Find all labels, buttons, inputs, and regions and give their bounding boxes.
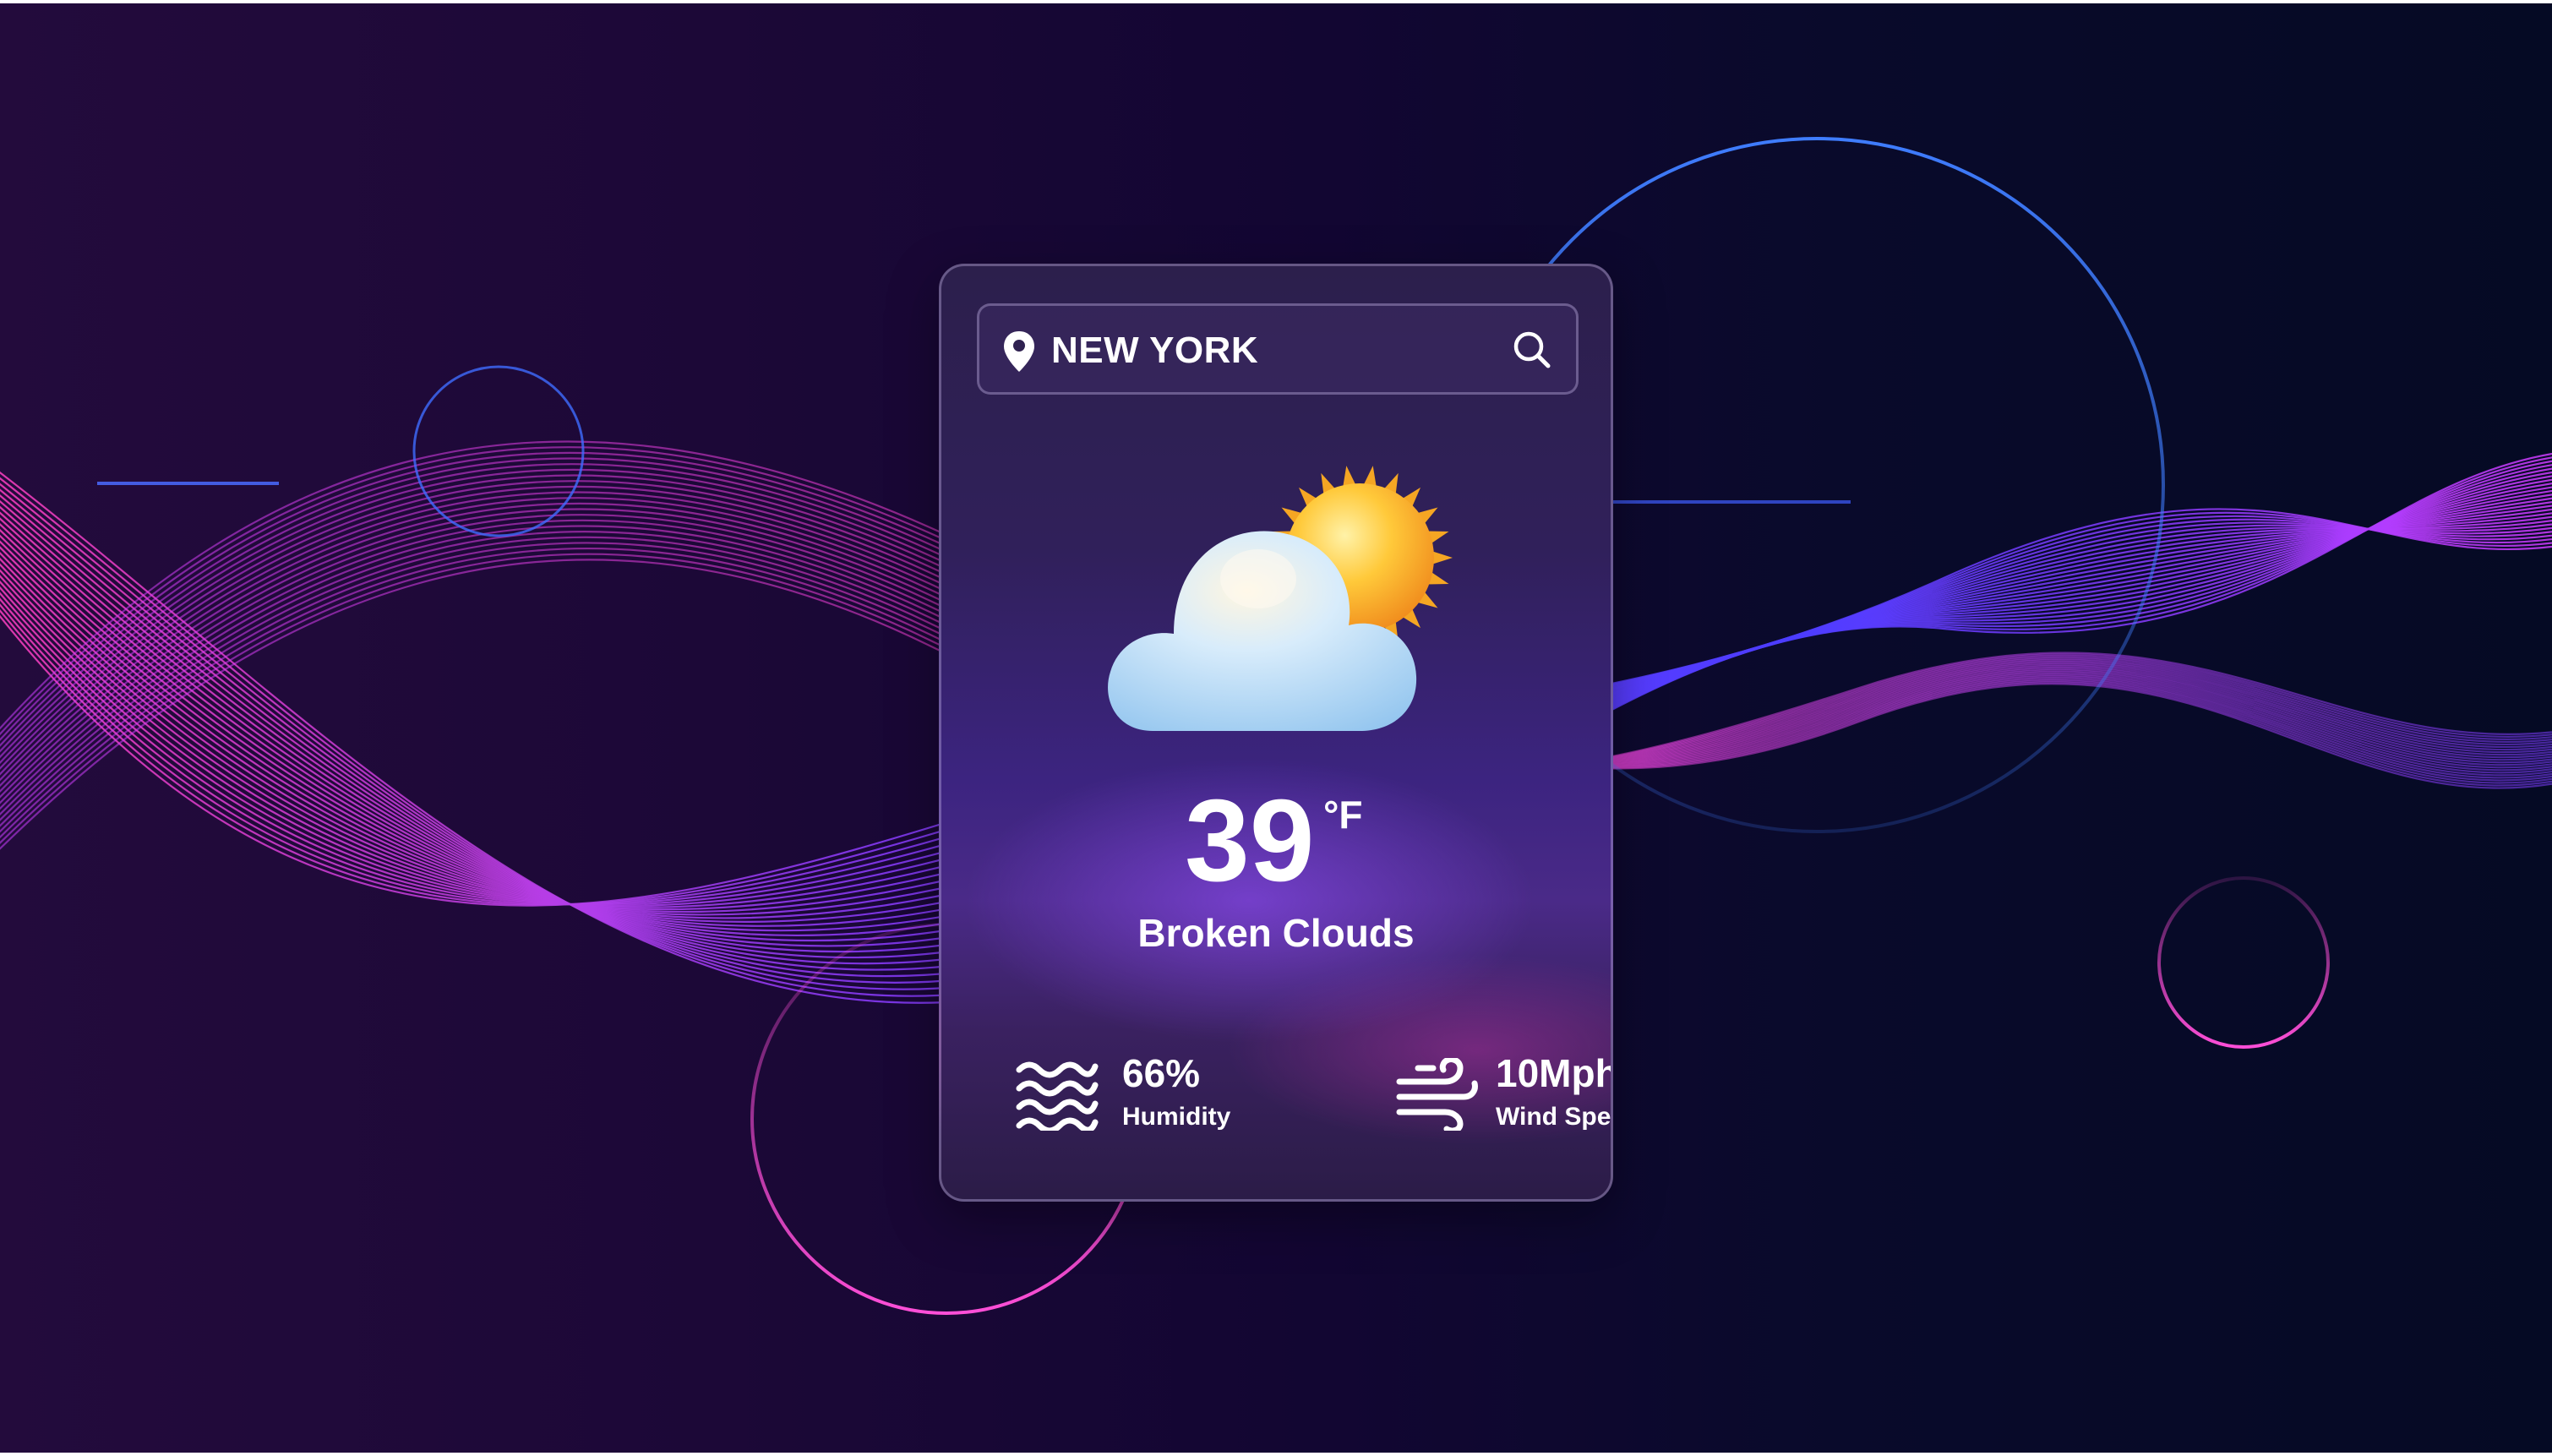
humidity-waves-icon (1016, 1061, 1099, 1131)
wind-stat: 10Mph Wind Speed (1295, 1048, 1611, 1141)
partly-cloudy-icon (1108, 466, 1453, 731)
deco-circle-right (2157, 876, 2330, 1049)
location-pin-icon (1004, 331, 1034, 372)
temperature-unit: °F (1323, 793, 1363, 837)
wind-icon (1396, 1058, 1478, 1131)
weather-card: NEW YORK 39 °F Broken Clouds 66% Humidit… (939, 264, 1613, 1202)
temperature-value: 39 (1185, 776, 1315, 906)
wind-value: 10Mph (1496, 1051, 1613, 1095)
temperature-block: 39 °F (941, 773, 1611, 908)
sun-ray (1431, 551, 1453, 564)
humidity-stat: 66% Humidity (1016, 1048, 1269, 1141)
search-icon[interactable] (1512, 330, 1552, 370)
weather-condition: Broken Clouds (1137, 911, 1415, 955)
humidity-label: Humidity (1122, 1103, 1231, 1131)
city-name[interactable]: NEW YORK (1051, 327, 1258, 374)
wind-label: Wind Speed (1496, 1103, 1611, 1131)
weather-scene: NEW YORK 39 °F Broken Clouds 66% Humidit… (0, 3, 2552, 1453)
location-search-bar[interactable]: NEW YORK (977, 303, 1579, 395)
humidity-value: 66% (1122, 1051, 1201, 1095)
